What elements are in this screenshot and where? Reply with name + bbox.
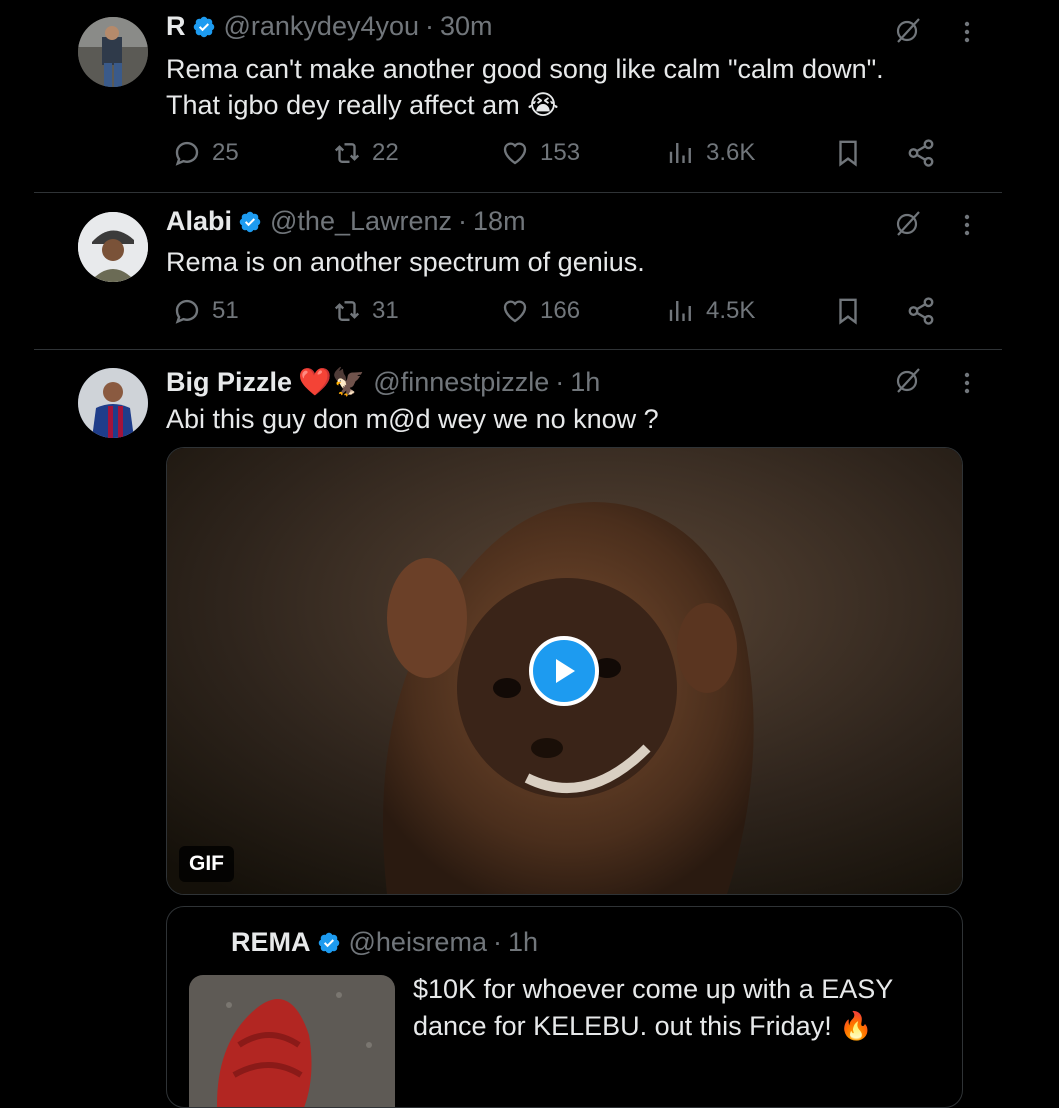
repost-count: 31 bbox=[372, 297, 399, 324]
avatar[interactable] bbox=[78, 212, 148, 282]
play-icon bbox=[556, 659, 575, 683]
quoted-timestamp: 1h bbox=[507, 927, 539, 957]
gif-badge: GIF bbox=[179, 846, 234, 882]
action-bar: 51 31 166 4.5K bbox=[166, 296, 946, 336]
repost-button[interactable]: 22 bbox=[332, 138, 399, 168]
play-button[interactable] bbox=[529, 636, 599, 706]
repost-icon bbox=[332, 296, 362, 326]
quoted-display-name: REMA bbox=[231, 927, 311, 957]
like-button[interactable]: 166 bbox=[500, 296, 580, 326]
reply-count: 51 bbox=[212, 297, 239, 324]
like-count: 153 bbox=[540, 139, 581, 166]
name-emoji: ❤️🦅 bbox=[298, 367, 366, 397]
separator-dot: · bbox=[492, 927, 502, 957]
share-icon bbox=[906, 138, 936, 168]
fire-emoji: 🔥 bbox=[839, 1011, 873, 1041]
reply-button[interactable]: 51 bbox=[172, 296, 239, 326]
like-button[interactable]: 153 bbox=[500, 138, 580, 168]
more-icon[interactable] bbox=[955, 368, 979, 398]
like-icon bbox=[500, 296, 530, 326]
reply-icon bbox=[172, 138, 202, 168]
quoted-user-handle: @heisrema bbox=[348, 927, 487, 957]
quoted-tweet[interactable]: REMA @heisrema · 1h $10K for whoever com… bbox=[166, 906, 963, 1108]
repost-button[interactable]: 31 bbox=[332, 296, 399, 326]
separator-dot: · bbox=[555, 366, 565, 397]
tweet-text: Rema can't make another good song like c… bbox=[166, 51, 884, 123]
user-handle[interactable]: @rankydey4you bbox=[224, 11, 420, 42]
timestamp[interactable]: 30m bbox=[440, 11, 493, 42]
more-icon[interactable] bbox=[955, 210, 979, 240]
separator-dot: · bbox=[458, 206, 468, 236]
views-icon bbox=[666, 296, 696, 326]
quoted-media-thumbnail[interactable] bbox=[189, 975, 395, 1107]
display-name[interactable]: Alabi bbox=[166, 206, 232, 237]
share-icon bbox=[906, 296, 936, 326]
verified-badge-icon bbox=[192, 15, 216, 39]
avatar[interactable] bbox=[78, 17, 148, 87]
timestamp[interactable]: 1h bbox=[570, 367, 600, 398]
reply-count: 25 bbox=[212, 139, 239, 166]
verified-badge-icon bbox=[317, 931, 341, 955]
bookmark-button[interactable] bbox=[833, 138, 873, 168]
views-button[interactable]: 3.6K bbox=[666, 138, 755, 168]
views-icon bbox=[666, 138, 696, 168]
views-button[interactable]: 4.5K bbox=[666, 296, 755, 326]
avatar[interactable] bbox=[78, 368, 148, 438]
grok-icon[interactable] bbox=[893, 208, 923, 238]
reply-button[interactable]: 25 bbox=[172, 138, 239, 168]
gif-media[interactable]: GIF bbox=[166, 447, 963, 895]
more-icon[interactable] bbox=[955, 17, 979, 47]
tweet-text: Rema is on another spectrum of genius. bbox=[166, 247, 645, 277]
quoted-tweet-text: $10K for whoever come up with a EASY dan… bbox=[413, 971, 933, 1045]
tweet-text-line: Rema can't make another good song like c… bbox=[166, 54, 884, 84]
action-bar: 25 22 153 3.6K bbox=[166, 138, 946, 178]
like-count: 166 bbox=[540, 297, 581, 324]
share-button[interactable] bbox=[906, 138, 946, 168]
view-count: 4.5K bbox=[706, 297, 756, 324]
bookmark-icon bbox=[833, 296, 863, 326]
reply-icon bbox=[172, 296, 202, 326]
timestamp[interactable]: 18m bbox=[473, 206, 526, 237]
bookmark-button[interactable] bbox=[833, 296, 873, 326]
crying-emoji: 😭 bbox=[527, 90, 559, 120]
display-name[interactable]: R bbox=[166, 11, 186, 42]
tweet[interactable]: R @rankydey4you · 30m Rema can't make an… bbox=[0, 0, 1059, 192]
quoted-text-line: dance for KELEBU. out this Friday! bbox=[413, 1011, 832, 1041]
share-button[interactable] bbox=[906, 296, 946, 326]
repost-count: 22 bbox=[372, 139, 399, 166]
user-handle[interactable]: @finnestpizzle bbox=[373, 367, 549, 398]
display-name[interactable]: Big Pizzle bbox=[166, 367, 292, 398]
tweet-text: Abi this guy don m@d wey we no know ? bbox=[166, 404, 659, 434]
tweet-text-line: That igbo dey really affect am bbox=[166, 90, 520, 120]
user-handle[interactable]: @the_Lawrenz bbox=[270, 206, 452, 237]
bookmark-icon bbox=[833, 138, 863, 168]
grok-icon[interactable] bbox=[893, 15, 923, 45]
tweet[interactable]: Alabi @the_Lawrenz · 18m Rema is on anot… bbox=[0, 193, 1059, 349]
view-count: 3.6K bbox=[706, 139, 756, 166]
repost-icon bbox=[332, 138, 362, 168]
like-icon bbox=[500, 138, 530, 168]
grok-icon[interactable] bbox=[893, 365, 923, 395]
separator-dot: · bbox=[425, 11, 435, 41]
quoted-text-line: $10K for whoever come up with a EASY bbox=[413, 974, 894, 1004]
verified-badge-icon bbox=[238, 210, 262, 234]
